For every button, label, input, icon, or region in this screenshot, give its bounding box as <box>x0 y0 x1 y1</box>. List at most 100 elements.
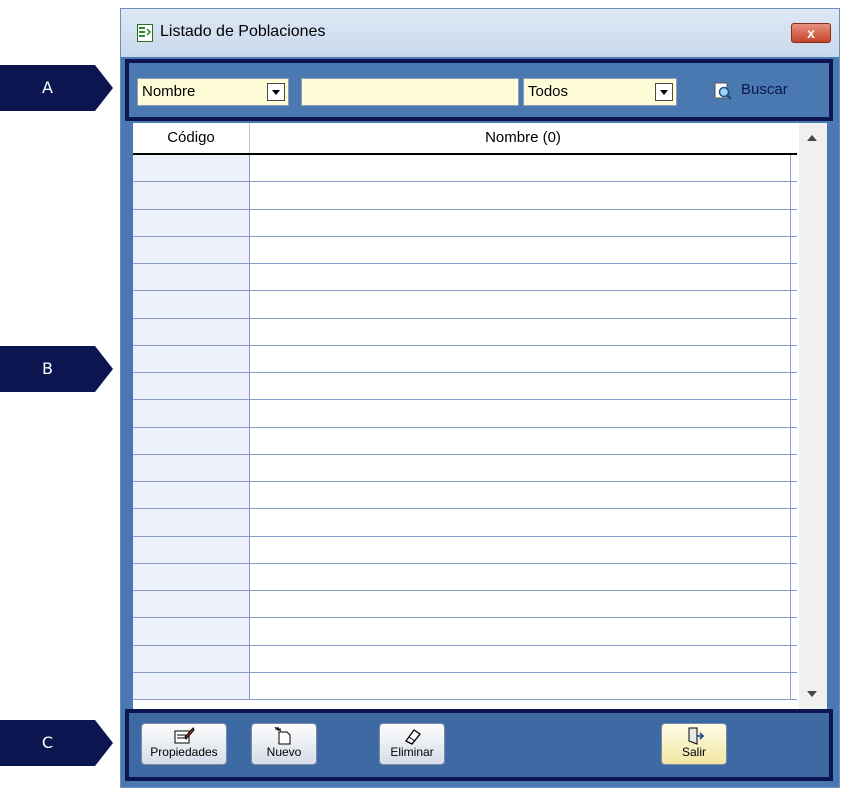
cell-nombre[interactable] <box>250 209 791 236</box>
column-header-codigo[interactable]: Código <box>133 123 250 153</box>
grid-rows <box>133 155 797 700</box>
search-icon <box>714 82 732 100</box>
cell-codigo[interactable] <box>133 618 250 645</box>
table-row[interactable] <box>133 482 797 510</box>
poblaciones-window: Listado de Poblaciones x Nombre Todos Bu… <box>120 8 840 788</box>
callout-c-label: C <box>41 733 54 752</box>
cell-codigo[interactable] <box>133 400 250 427</box>
chevron-down-icon[interactable] <box>655 83 673 101</box>
table-row[interactable] <box>133 155 797 183</box>
cell-nombre[interactable] <box>250 482 791 509</box>
cell-codigo[interactable] <box>133 182 250 209</box>
vertical-scrollbar[interactable] <box>799 123 827 709</box>
cell-nombre[interactable] <box>250 264 791 291</box>
table-row[interactable] <box>133 509 797 537</box>
cell-nombre[interactable] <box>250 427 791 454</box>
delete-label: Eliminar <box>390 745 434 759</box>
new-label: Nuevo <box>266 745 302 759</box>
cell-codigo[interactable] <box>133 291 250 318</box>
spreadsheet-icon <box>137 24 153 42</box>
table-row[interactable] <box>133 618 797 646</box>
field-select-value: Nombre <box>142 83 196 100</box>
cell-codigo[interactable] <box>133 264 250 291</box>
cell-nombre[interactable] <box>250 182 791 209</box>
properties-label: Propiedades <box>150 745 218 759</box>
new-document-icon <box>274 727 291 745</box>
search-input[interactable] <box>301 78 519 106</box>
field-select[interactable]: Nombre <box>137 78 289 106</box>
cell-nombre[interactable] <box>250 536 791 563</box>
chevron-down-icon[interactable] <box>267 83 285 101</box>
cell-codigo[interactable] <box>133 563 250 590</box>
table-row[interactable] <box>133 264 797 292</box>
cell-nombre[interactable] <box>250 509 791 536</box>
scroll-down-icon[interactable] <box>807 691 817 697</box>
cell-codigo[interactable] <box>133 155 250 182</box>
table-row[interactable] <box>133 563 797 591</box>
search-button-label: Buscar <box>741 81 788 98</box>
table-row[interactable] <box>133 236 797 264</box>
search-button[interactable]: Buscar <box>695 75 815 107</box>
cell-nombre[interactable] <box>250 672 791 699</box>
callout-a-label: A <box>42 78 53 97</box>
cell-codigo[interactable] <box>133 645 250 672</box>
cell-nombre[interactable] <box>250 236 791 263</box>
window-title: Listado de Poblaciones <box>160 23 326 40</box>
cell-nombre[interactable] <box>250 563 791 590</box>
cell-nombre[interactable] <box>250 618 791 645</box>
cell-codigo[interactable] <box>133 454 250 481</box>
cell-nombre[interactable] <box>250 345 791 372</box>
cell-nombre[interactable] <box>250 645 791 672</box>
exit-label: Salir <box>681 745 706 759</box>
scroll-up-icon[interactable] <box>807 135 817 141</box>
table-row[interactable] <box>133 400 797 428</box>
cell-codigo[interactable] <box>133 345 250 372</box>
close-icon: x <box>807 25 815 41</box>
cell-nombre[interactable] <box>250 155 791 182</box>
callout-c: C <box>0 720 113 766</box>
delete-button[interactable]: Eliminar <box>379 723 445 765</box>
cell-codigo[interactable] <box>133 509 250 536</box>
table-row[interactable] <box>133 182 797 210</box>
table-row[interactable] <box>133 454 797 482</box>
scope-select-value: Todos <box>528 83 569 100</box>
poblaciones-grid[interactable]: Código Nombre (0) <box>133 123 827 709</box>
cell-nombre[interactable] <box>250 373 791 400</box>
cell-codigo[interactable] <box>133 536 250 563</box>
callout-b-label: B <box>42 359 53 378</box>
scope-select[interactable]: Todos <box>523 78 677 106</box>
close-button[interactable]: x <box>791 23 831 43</box>
action-toolbar: Propiedades Nuevo Eliminar Salir <box>125 709 833 781</box>
cell-codigo[interactable] <box>133 672 250 699</box>
table-row[interactable] <box>133 645 797 673</box>
cell-nombre[interactable] <box>250 591 791 618</box>
table-row[interactable] <box>133 209 797 237</box>
cell-codigo[interactable] <box>133 591 250 618</box>
cell-nombre[interactable] <box>250 454 791 481</box>
table-row[interactable] <box>133 591 797 619</box>
cell-nombre[interactable] <box>250 400 791 427</box>
title-bar[interactable]: Listado de Poblaciones x <box>121 9 839 57</box>
cell-codigo[interactable] <box>133 209 250 236</box>
cell-codigo[interactable] <box>133 236 250 263</box>
table-row[interactable] <box>133 427 797 455</box>
new-button[interactable]: Nuevo <box>251 723 317 765</box>
column-header-nombre[interactable]: Nombre (0) <box>250 123 796 153</box>
table-row[interactable] <box>133 373 797 401</box>
properties-button[interactable]: Propiedades <box>141 723 227 765</box>
cell-codigo[interactable] <box>133 482 250 509</box>
table-row[interactable] <box>133 291 797 319</box>
cell-codigo[interactable] <box>133 427 250 454</box>
grid-header: Código Nombre (0) <box>133 123 797 155</box>
cell-nombre[interactable] <box>250 291 791 318</box>
cell-nombre[interactable] <box>250 318 791 345</box>
exit-button[interactable]: Salir <box>661 723 727 765</box>
cell-codigo[interactable] <box>133 318 250 345</box>
eraser-icon <box>405 729 421 745</box>
table-row[interactable] <box>133 536 797 564</box>
table-row[interactable] <box>133 345 797 373</box>
edit-icon <box>174 727 195 744</box>
table-row[interactable] <box>133 318 797 346</box>
cell-codigo[interactable] <box>133 373 250 400</box>
table-row[interactable] <box>133 672 797 700</box>
